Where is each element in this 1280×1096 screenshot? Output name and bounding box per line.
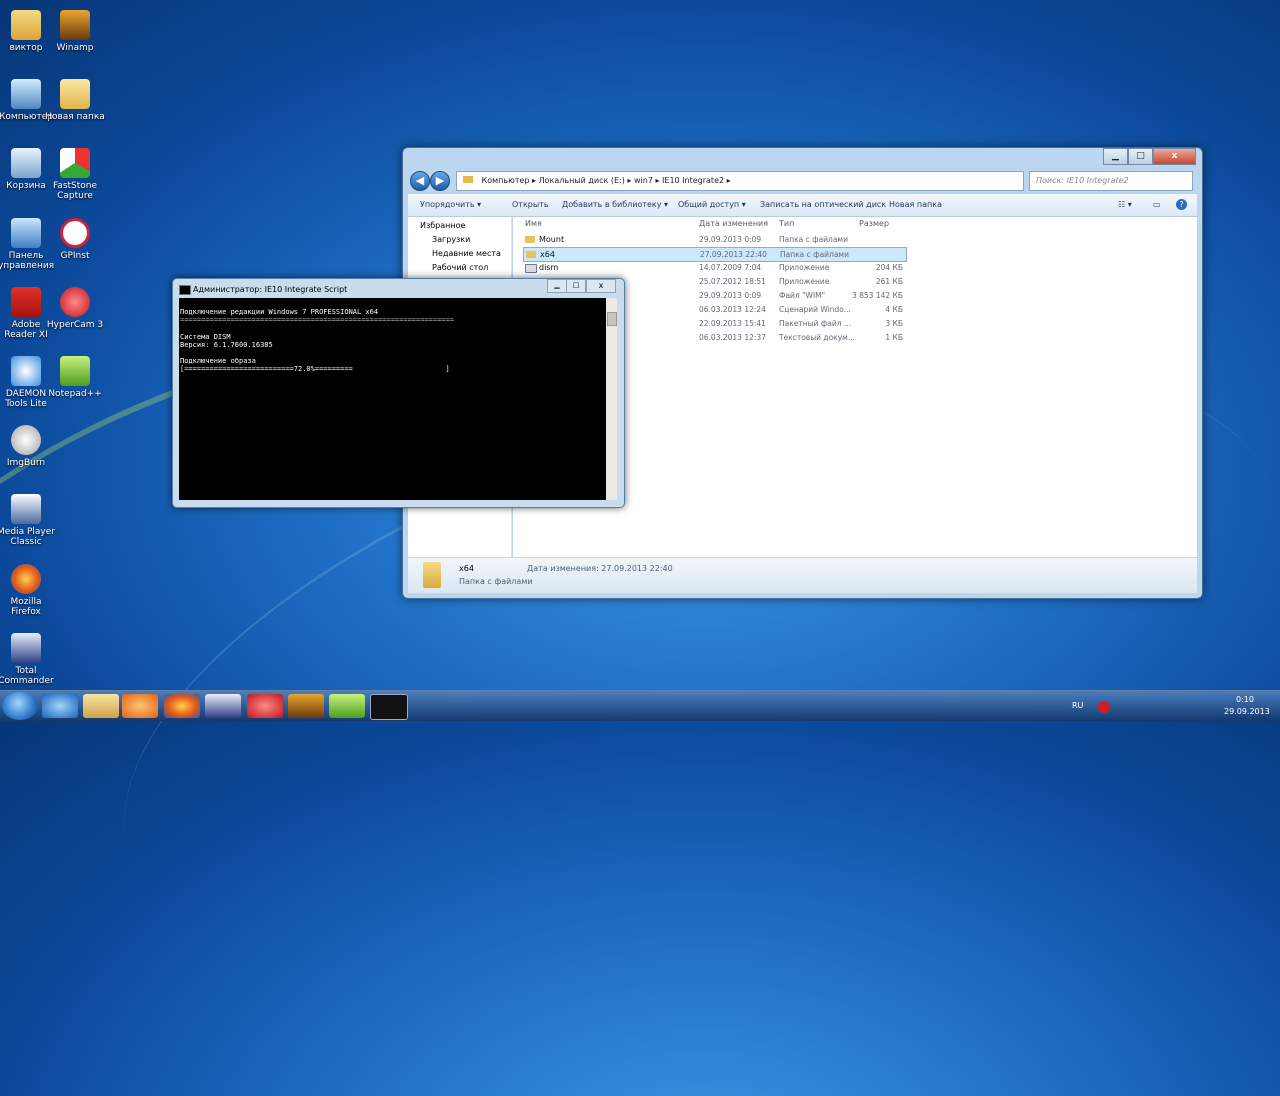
folder-small-icon — [463, 176, 473, 183]
view-options-icon[interactable]: ☷ ▾ — [1118, 194, 1132, 215]
faststone-icon — [60, 148, 90, 178]
maximize-button[interactable]: □ — [1128, 148, 1153, 165]
column-header-name[interactable]: Имя — [525, 219, 542, 228]
desktop-icon-notepad-plus[interactable]: Notepad++ — [44, 356, 106, 399]
nav-recent[interactable]: Недавние места — [408, 247, 511, 261]
adobe-reader-icon — [11, 287, 41, 317]
minimize-button[interactable]: ▁ — [1103, 148, 1128, 165]
new-folder-button[interactable]: Новая папка — [889, 194, 942, 215]
total-commander-icon[interactable] — [205, 694, 241, 718]
desktop-icon-imgburn[interactable]: ImgBurn — [0, 425, 57, 468]
folder-icon — [525, 236, 535, 243]
organize-button[interactable]: Упорядочить ▾ — [420, 194, 481, 215]
details-modified: Дата изменения: 27.09.2013 22:40 — [527, 564, 673, 573]
total-commander-icon — [11, 633, 41, 663]
details-kind: Папка с файлами — [459, 577, 533, 586]
cmd-icon[interactable] — [370, 694, 408, 720]
desktop-icon-firefox[interactable]: Mozilla Firefox — [0, 564, 57, 617]
column-header-size[interactable]: Размер — [859, 219, 889, 228]
desktop-icon-faststone[interactable]: FastStone Capture — [44, 148, 106, 201]
record-icon[interactable] — [1098, 701, 1110, 713]
winamp-icon[interactable] — [288, 694, 324, 718]
add-to-library-button[interactable]: Добавить в библиотеку ▾ — [562, 194, 668, 215]
file-row[interactable]: dism 14.07.2009 7:04 Приложение 204 КБ — [523, 261, 905, 274]
console-output[interactable]: Подключение редакции Windows 7 PROFESSIO… — [179, 298, 606, 500]
console-close-button[interactable]: x — [586, 279, 616, 293]
desktop-icon-hypercam[interactable]: HyperCam 3 — [44, 287, 106, 330]
nav-downloads[interactable]: Загрузки — [408, 233, 511, 247]
share-button[interactable]: Общий доступ ▾ — [678, 194, 746, 215]
help-icon[interactable]: ? — [1176, 199, 1187, 210]
breadcrumb-computer[interactable]: Компьютер — [482, 176, 530, 185]
nav-desktop[interactable]: Рабочий стол — [408, 261, 511, 275]
navigation-bar: ◀ ▶ Компьютер ▸ Локальный диск (E:) ▸ wi… — [408, 170, 1197, 192]
gpinst-icon — [60, 218, 90, 248]
firefox-icon[interactable] — [164, 694, 200, 718]
details-name: x64 — [459, 564, 474, 573]
back-button[interactable]: ◀ — [410, 171, 430, 191]
start-button[interactable] — [2, 692, 38, 720]
media-player-classic-icon — [11, 494, 41, 524]
ie-icon[interactable] — [42, 694, 78, 718]
recycle-bin-icon — [11, 148, 41, 178]
console-scrollbar[interactable] — [606, 298, 617, 500]
console-window[interactable]: Администратор: IE10 Integrate Script ▁ □… — [172, 278, 625, 508]
console-line: Система DISM — [180, 333, 231, 341]
desktop-icon-winamp[interactable]: Winamp — [44, 10, 106, 53]
imgburn-icon — [11, 425, 41, 455]
close-button[interactable]: x — [1153, 148, 1196, 165]
computer-icon — [11, 79, 41, 109]
progress-line: [==========================72.0%========… — [180, 365, 450, 373]
folder-large-icon — [423, 562, 441, 588]
folder-icon — [60, 79, 90, 109]
media-player-icon[interactable] — [122, 694, 158, 718]
burn-button[interactable]: Записать на оптический диск — [760, 194, 886, 215]
winamp-icon — [60, 10, 90, 40]
daemon-tools-icon — [11, 356, 41, 386]
hypercam-icon — [60, 287, 90, 317]
console-line: Подключение редакции Windows 7 PROFESSIO… — [180, 308, 379, 316]
notepad-plus-icon — [60, 356, 90, 386]
console-maximize-button[interactable]: □ — [566, 279, 586, 293]
file-row[interactable]: Mount 29.09.2013 0:09 Папка с файлами — [523, 233, 905, 246]
firefox-icon — [11, 564, 41, 594]
explorer-window-buttons: ▁ □ x — [1103, 148, 1196, 165]
forward-button[interactable]: ▶ — [430, 171, 450, 191]
clock-time[interactable]: 0:10 — [1236, 695, 1254, 704]
control-panel-icon — [11, 218, 41, 248]
address-bar[interactable]: Компьютер ▸ Локальный диск (E:) ▸ win7 ▸… — [456, 171, 1024, 191]
console-title: Администратор: IE10 Integrate Script — [193, 285, 348, 294]
scrollbar-thumb[interactable] — [607, 312, 617, 326]
desktop-icon-gpinst[interactable]: GPInst — [44, 218, 106, 261]
preview-pane-icon[interactable]: ▭ — [1153, 194, 1161, 215]
column-header-date[interactable]: Дата изменения — [699, 219, 768, 228]
details-pane: x64 Папка с файлами Дата изменения: 27.0… — [408, 558, 1197, 593]
application-icon — [525, 264, 537, 273]
desktop-icon-total-commander[interactable]: Total Commander — [0, 633, 57, 686]
taskbar: RU 0:10 29.09.2013 — [0, 690, 1280, 721]
console-minimize-button[interactable]: ▁ — [547, 279, 567, 293]
folder-user-icon — [11, 10, 41, 40]
file-row-selected[interactable]: x64 27.09.2013 22:40 Папка с файлами — [523, 247, 907, 262]
search-input[interactable]: Поиск: IE10 Integrate2 — [1029, 171, 1193, 191]
clock-date[interactable]: 29.09.2013 — [1224, 707, 1270, 716]
breadcrumb-ie10[interactable]: IE10 Integrate2 — [662, 176, 724, 185]
breadcrumb-win7[interactable]: win7 — [634, 176, 653, 185]
cmd-icon — [179, 285, 191, 295]
command-bar: Упорядочить ▾ Открыть Добавить в библиот… — [408, 194, 1197, 217]
explorer-icon[interactable] — [83, 694, 119, 718]
nav-favorites[interactable]: Избранное — [408, 219, 511, 233]
console-line: ========================================… — [180, 316, 454, 324]
language-indicator[interactable]: RU — [1072, 701, 1083, 710]
column-header-type[interactable]: Тип — [779, 219, 794, 228]
breadcrumb-drive[interactable]: Локальный диск (E:) — [539, 176, 625, 185]
notepad-plus-icon[interactable] — [329, 694, 365, 718]
desktop-icon-media-player-classic[interactable]: Media Player Classic — [0, 494, 57, 547]
console-line: Подключение образа — [180, 357, 256, 365]
folder-icon — [526, 251, 536, 258]
desktop-icon-new-folder[interactable]: Новая папка — [44, 79, 106, 122]
open-button[interactable]: Открыть — [512, 194, 549, 215]
console-line: Версия: 6.1.7600.16385 — [180, 341, 273, 349]
hypercam-icon[interactable] — [247, 694, 283, 718]
